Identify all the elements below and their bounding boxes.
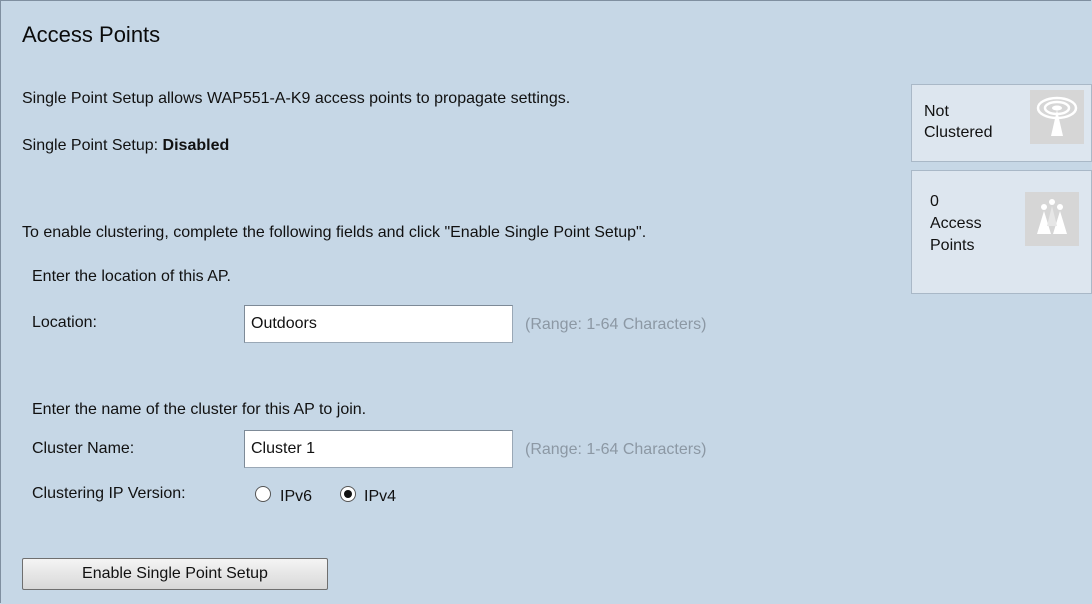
ipv6-radio[interactable] [255, 486, 271, 502]
ipv4-option-label[interactable]: IPv4 [364, 488, 396, 506]
status-line: Single Point Setup: Disabled [22, 137, 229, 155]
access-points-group-icon [1025, 192, 1079, 246]
page-title: Access Points [22, 22, 161, 47]
description-text: Single Point Setup allows WAP551-A-K9 ac… [22, 90, 571, 107]
access-points-count: 0 [930, 193, 939, 210]
cluster-status-line2: Clustered [924, 124, 993, 141]
cluster-name-input[interactable] [244, 430, 513, 468]
wireless-ap-icon [1030, 90, 1084, 144]
instructions-text: To enable clustering, complete the follo… [22, 224, 647, 241]
cluster-prompt: Enter the name of the cluster for this A… [32, 401, 367, 418]
status-label: Single Point Setup: [22, 137, 159, 154]
ipv4-radio[interactable] [340, 486, 356, 502]
location-label: Location: [32, 314, 97, 331]
ipv6-option-label[interactable]: IPv6 [280, 488, 312, 506]
cluster-status-line1: Not [924, 103, 949, 120]
cluster-name-hint: (Range: 1-64 Characters) [525, 441, 707, 458]
access-points-line1: Access [930, 215, 982, 232]
cluster-name-label: Cluster Name: [32, 440, 135, 457]
ip-version-label: Clustering IP Version: [32, 485, 186, 502]
location-input[interactable] [244, 305, 513, 343]
radio-selected-dot [344, 490, 352, 498]
cluster-status-panel: Not Clustered [911, 84, 1092, 162]
status-value: Disabled [162, 137, 230, 154]
access-points-panel: 0 Access Points [911, 170, 1092, 294]
access-points-line2: Points [930, 237, 975, 254]
enable-single-point-setup-button[interactable]: Enable Single Point Setup [22, 558, 328, 590]
location-prompt: Enter the location of this AP. [32, 268, 231, 285]
location-hint: (Range: 1-64 Characters) [525, 316, 707, 333]
